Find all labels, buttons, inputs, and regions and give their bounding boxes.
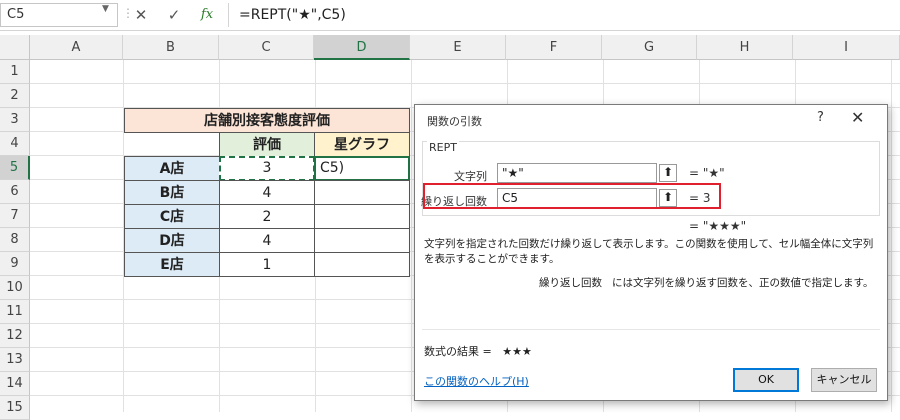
column-header-h[interactable]: H — [697, 35, 793, 60]
graph-cell[interactable] — [314, 204, 410, 229]
store-cell[interactable]: B店 — [124, 180, 220, 205]
column-header-a[interactable]: A — [30, 35, 123, 60]
argument-description-text: には文字列を繰り返す回数を、正の数値で指定します。 — [612, 277, 874, 289]
column-header-c[interactable]: C — [219, 35, 314, 60]
select-all-corner[interactable] — [0, 35, 30, 60]
argument-description-name: 繰り返し回数 — [539, 277, 602, 289]
column-header-e[interactable]: E — [410, 35, 506, 60]
rating-header-cell[interactable]: 評価 — [219, 132, 315, 157]
function-arguments-dialog: 関数の引数 ? ✕ REPT 文字列 "★" ⬆ = "★" 繰り返し回数 C5… — [414, 104, 888, 401]
column-header-g[interactable]: G — [602, 35, 697, 60]
row-header-9[interactable]: 9 — [0, 252, 30, 276]
close-icon[interactable]: ✕ — [851, 108, 864, 127]
rating-cell[interactable]: 1 — [219, 252, 315, 277]
arg1-label: 文字列 — [454, 170, 487, 183]
row-header-2[interactable]: 2 — [0, 84, 30, 108]
rating-cell-referenced[interactable]: 3 — [219, 156, 315, 181]
row-header-15[interactable]: 15 — [0, 396, 30, 420]
column-header-i[interactable]: I — [793, 35, 900, 60]
store-cell[interactable]: E店 — [124, 252, 220, 277]
column-header-f[interactable]: F — [506, 35, 602, 60]
graph-cell[interactable] — [314, 252, 410, 277]
store-cell[interactable]: A店 — [124, 156, 220, 181]
arg1-result: = "★" — [689, 166, 725, 180]
row-header-3[interactable]: 3 — [0, 108, 30, 132]
repeat-count-highlight — [423, 183, 721, 209]
row-header-12[interactable]: 12 — [0, 324, 30, 348]
row-header-4[interactable]: 4 — [0, 132, 30, 156]
row-header-5[interactable]: 5 — [0, 156, 30, 180]
graph-header-cell[interactable]: 星グラフ — [314, 132, 410, 157]
text-argument-input[interactable]: "★" — [497, 163, 657, 183]
rating-cell[interactable]: 4 — [219, 180, 315, 205]
row-header-6[interactable]: 6 — [0, 180, 30, 204]
row-header-7[interactable]: 7 — [0, 204, 30, 228]
cancel-button[interactable]: キャンセル — [811, 368, 877, 392]
argument-description: 繰り返し回数 には文字列を繰り返す回数を、正の数値で指定します。 — [539, 275, 879, 290]
rating-cell[interactable]: 2 — [219, 204, 315, 229]
function-name: REPT — [427, 141, 459, 154]
divider — [422, 329, 880, 330]
row-header-13[interactable]: 13 — [0, 348, 30, 372]
formula-result-label: 数式の結果 = — [424, 345, 492, 358]
store-cell[interactable]: C店 — [124, 204, 220, 229]
chevron-down-icon[interactable]: ▼ — [102, 4, 109, 14]
insert-function-button[interactable]: fx — [196, 4, 218, 26]
row-header-1[interactable]: 1 — [0, 60, 30, 84]
formula-result: 数式の結果 = ★★★ — [424, 343, 532, 359]
formula-result-value: ★★★ — [502, 345, 532, 358]
help-icon[interactable]: ? — [817, 110, 824, 125]
name-box[interactable]: C5 — [0, 3, 118, 27]
store-cell[interactable]: D店 — [124, 228, 220, 253]
column-header-b[interactable]: B — [123, 35, 219, 60]
formula-input[interactable]: =REPT("★",C5) — [228, 3, 900, 27]
collapse-dialog-icon[interactable]: ⬆ — [659, 164, 677, 182]
active-cell[interactable]: C5) — [314, 156, 410, 181]
formula-result-preview: = "★★★" — [689, 219, 747, 233]
ok-button[interactable]: OK — [733, 368, 799, 392]
graph-cell[interactable] — [314, 180, 410, 205]
table-title-cell[interactable]: 店舗別接客態度評価 — [124, 108, 410, 133]
formula-bar: C5 ▼ ⋮ ✕ ✓ fx =REPT("★",C5) — [0, 0, 900, 31]
column-headers: A B C D E F G H I — [0, 35, 900, 60]
function-description: 文字列を指定された回数だけ繰り返して表示します。この関数を使用して、セル幅全体に… — [424, 238, 874, 265]
row-header-10[interactable]: 10 — [0, 276, 30, 300]
function-help-link[interactable]: この関数のヘルプ(H) — [424, 373, 529, 389]
graph-cell[interactable] — [314, 228, 410, 253]
cancel-formula-button[interactable]: ✕ — [130, 4, 152, 26]
row-header-8[interactable]: 8 — [0, 228, 30, 252]
row-header-14[interactable]: 14 — [0, 372, 30, 396]
rating-cell[interactable]: 4 — [219, 228, 315, 253]
column-header-d[interactable]: D — [314, 35, 410, 60]
row-header-11[interactable]: 11 — [0, 300, 30, 324]
enter-formula-button[interactable]: ✓ — [163, 4, 185, 26]
dialog-title: 関数の引数 — [427, 115, 482, 128]
